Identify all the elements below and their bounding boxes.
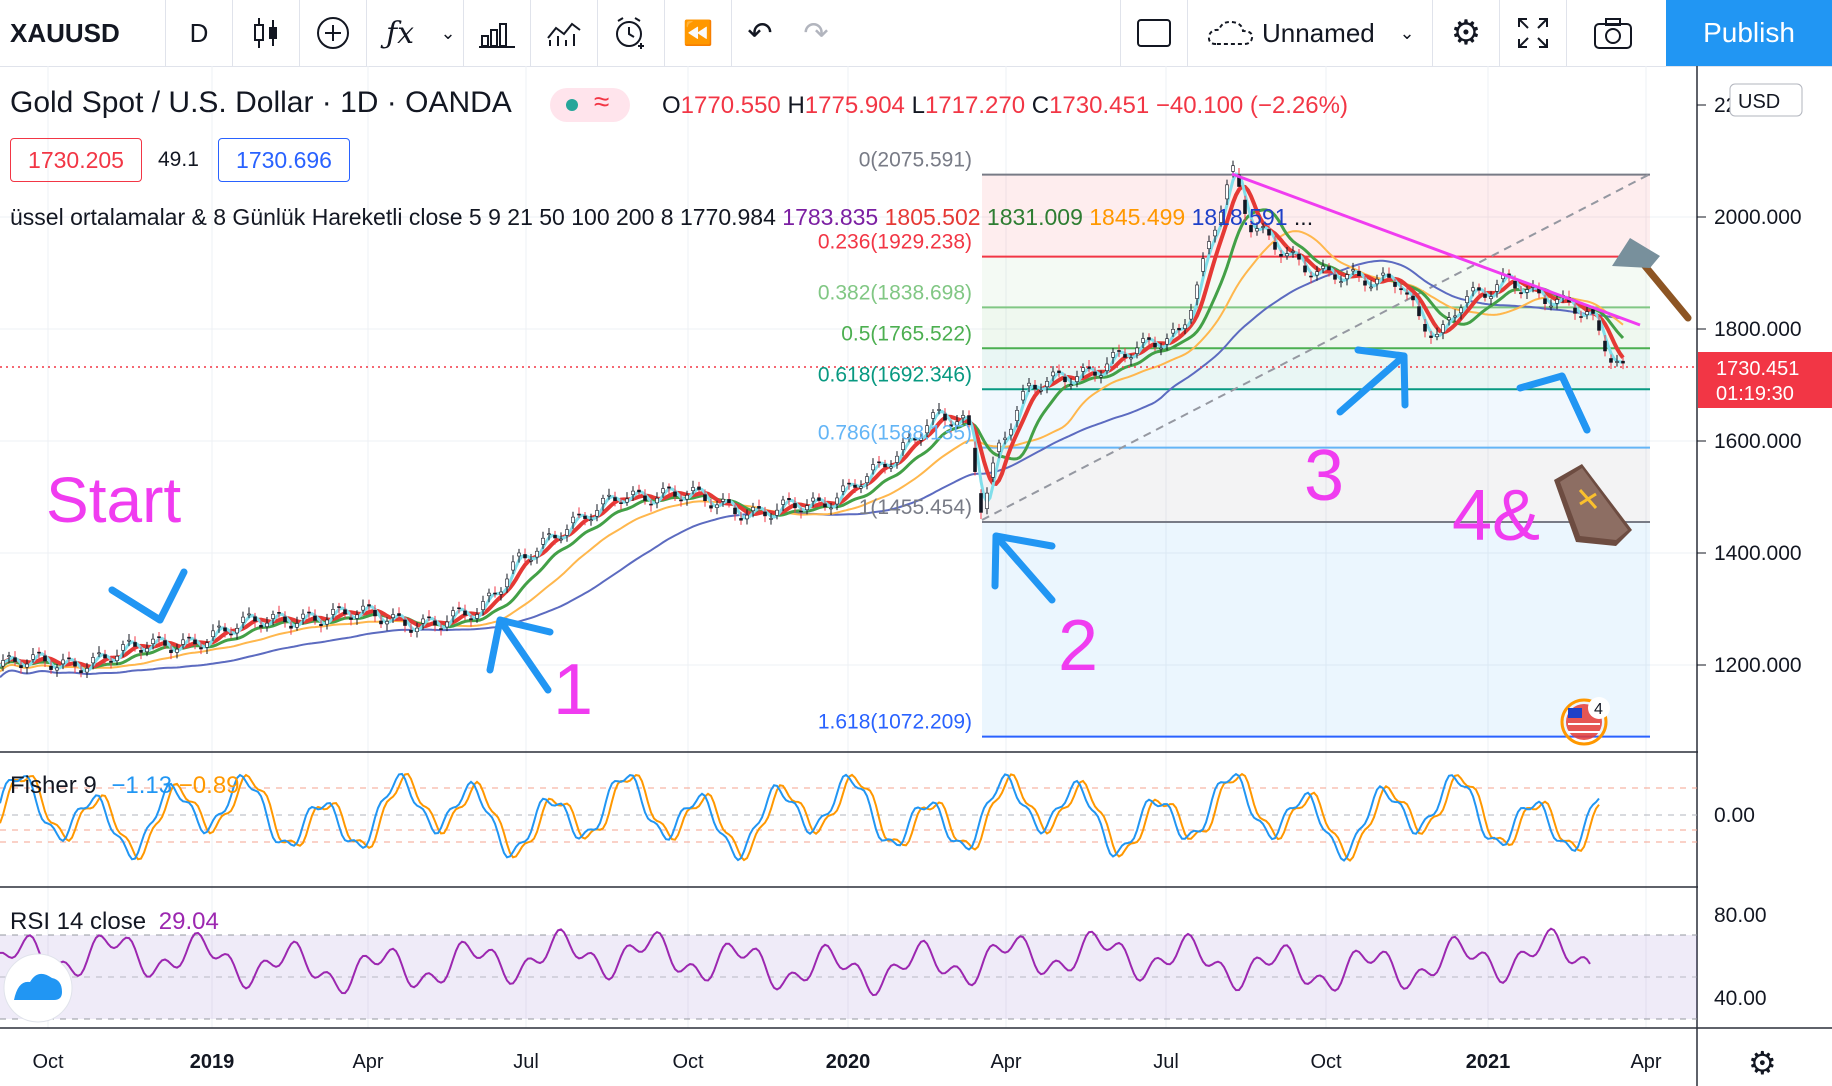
fib-label: 0.236(1929.238) (818, 231, 972, 254)
fib-label: 0.5(1765.522) (841, 322, 972, 345)
annotation-2[interactable]: 2 (1058, 606, 1098, 686)
time-tick: Apr (352, 1051, 383, 1073)
fisher-legend[interactable]: Fisher 9 −1.13 −0.89 (10, 772, 240, 800)
arrow-start (108, 568, 188, 624)
ma-value-1: 1783.835 (775, 204, 879, 230)
time-tick: Apr (1630, 1051, 1661, 1073)
ma-value-2: 1805.502 (878, 204, 981, 230)
time-tick: Jul (513, 1051, 539, 1073)
fisher-scale-tick: 0.00 (1714, 804, 1755, 827)
price-tick: 1800.000 (1714, 318, 1802, 341)
currency-label[interactable]: USD (1738, 91, 1780, 113)
svg-text:⚙: ⚙ (1748, 1045, 1777, 1081)
time-tick: 2019 (190, 1051, 235, 1073)
time-tick: 2020 (826, 1051, 871, 1073)
annotation-3[interactable]: 3 (1304, 436, 1344, 516)
chart-legend[interactable]: Gold Spot / U.S. Dollar · 1D · OANDA (10, 86, 512, 120)
approx-icon: ≈ (594, 86, 610, 117)
price-tick: 1600.000 (1714, 430, 1802, 453)
fib-label: 1.618(1072.209) (818, 711, 972, 734)
fib-label: 0.786(1588.135) (818, 422, 972, 445)
time-tick: Oct (32, 1051, 64, 1073)
time-tick: Jul (1153, 1051, 1179, 1073)
fib-label: 1(1455.454) (859, 496, 972, 519)
rsi-scale-80: 80.00 (1714, 904, 1767, 927)
status-dots[interactable]: ≈ (550, 86, 630, 122)
sell-price[interactable]: 1730.205 (10, 138, 142, 182)
ma-value-5: 1818.591 (1185, 204, 1288, 230)
fib-label: 0.618(1692.346) (818, 363, 972, 386)
annotation-1[interactable]: 1 (553, 650, 593, 730)
ohlc-values: O1770.550 H1775.904 L1717.270 C1730.451 … (662, 92, 1348, 119)
tradingview-logo[interactable] (3, 953, 73, 1023)
gear-icon[interactable]: ⚙ (1748, 1045, 1777, 1081)
fib-label: 0.382(1838.698) (818, 281, 972, 304)
events-count: 4 (1594, 701, 1603, 718)
symbol-title[interactable]: Gold Spot / U.S. Dollar · 1D · OANDA (10, 86, 512, 119)
rsi-pane[interactable] (0, 927, 1697, 1020)
price-tick: 2000.000 (1714, 206, 1802, 229)
time-tick: 2021 (1466, 1051, 1511, 1073)
time-tick: Apr (990, 1051, 1021, 1073)
last-price-value: 1730.451 (1716, 358, 1799, 380)
countdown: 01:19:30 (1716, 383, 1794, 405)
fisher-value-2: −0.89 (178, 772, 240, 799)
ma-value-0: 1770.984 (679, 204, 776, 230)
price-tick: 1400.000 (1714, 542, 1802, 565)
price-tick: 1200.000 (1714, 654, 1802, 677)
time-tick: Oct (1310, 1051, 1342, 1073)
ma-legend[interactable]: üssel ortalamalar & 8 Günlük Hareketli c… (10, 204, 1313, 231)
rsi-legend[interactable]: RSI 14 close 29.04 (10, 908, 219, 936)
fisher-title[interactable]: Fisher 9 (10, 772, 97, 799)
spread-value: 49.1 (158, 148, 199, 171)
annotation-4[interactable]: 4& (1452, 476, 1540, 556)
buy-price[interactable]: 1730.696 (218, 138, 350, 182)
live-dot-icon (566, 99, 578, 111)
rsi-value: 29.04 (158, 908, 219, 935)
time-tick: Oct (672, 1051, 704, 1073)
fib-label: 0(2075.591) (859, 149, 972, 172)
rsi-scale-40: 40.00 (1714, 987, 1767, 1010)
ma-value-4: 1845.499 (1082, 204, 1186, 230)
ma-value-3: 1831.009 (980, 204, 1083, 230)
fisher-value-1: −1.13 (111, 772, 173, 799)
ma-study-title[interactable]: üssel ortalamalar & 8 Günlük Hareketli c… (10, 204, 674, 230)
annotation-start[interactable]: Start (46, 464, 181, 536)
ma-more[interactable]: ... (1294, 204, 1313, 230)
arrow-1 (486, 616, 554, 694)
rsi-title[interactable]: RSI 14 close (10, 908, 146, 935)
time-axis[interactable]: Oct 2019 Apr Jul Oct 2020 Apr Jul Oct 2021 Apr (32, 1051, 1661, 1073)
